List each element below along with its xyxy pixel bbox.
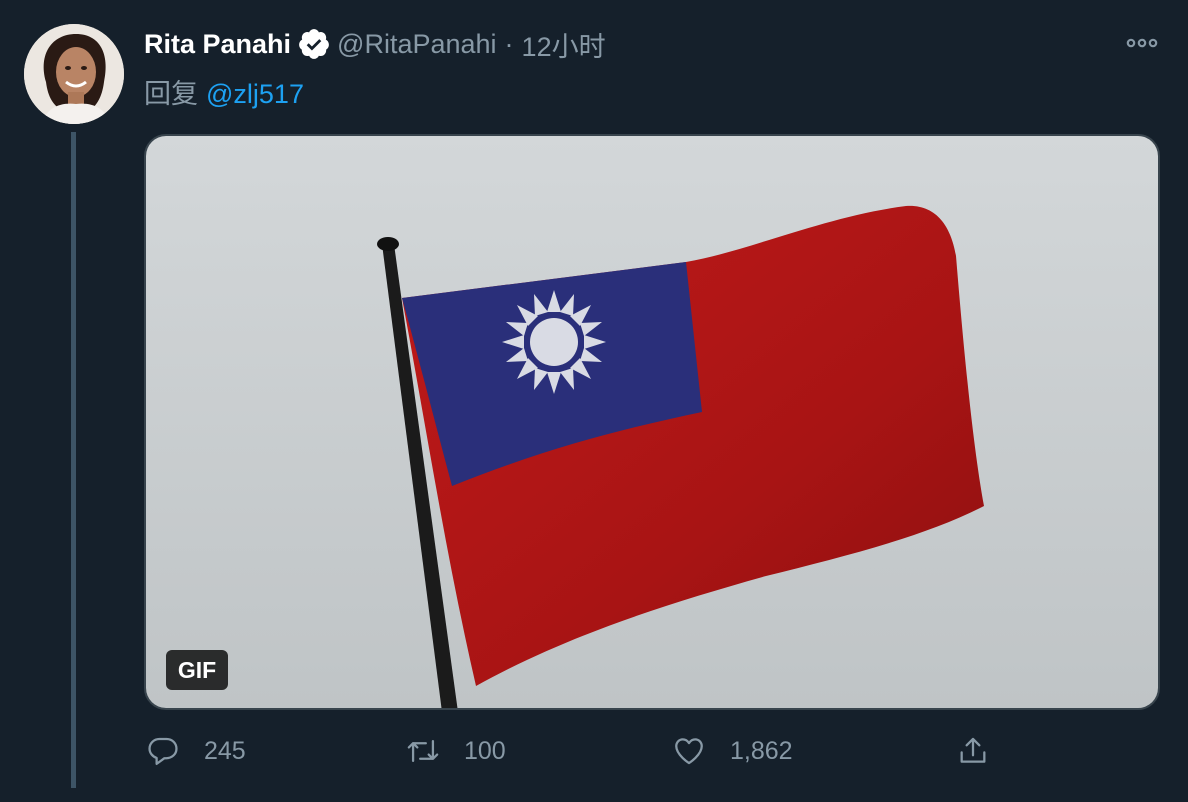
- separator-dot: ·: [504, 28, 514, 59]
- retweet-icon: [407, 739, 439, 763]
- flag-gif-image: [146, 136, 1158, 708]
- reply-context: 回复 @zlj517: [144, 72, 304, 111]
- more-options-icon[interactable]: [1122, 28, 1162, 58]
- thread-line: [71, 132, 76, 788]
- reply-mention-link[interactable]: @zlj517: [206, 79, 304, 109]
- avatar[interactable]: [24, 24, 124, 124]
- gif-badge: GIF: [166, 650, 228, 690]
- tweet[interactable]: Rita Panahi @RitaPanahi · 12小时 回复 @zlj517: [0, 0, 1188, 802]
- reply-button[interactable]: 245: [146, 728, 246, 774]
- reply-icon: [148, 737, 178, 766]
- reply-prefix: 回复: [144, 79, 198, 109]
- retweet-button[interactable]: 100: [406, 728, 506, 774]
- user-handle[interactable]: @RitaPanahi: [337, 29, 497, 60]
- heart-icon: [675, 738, 703, 765]
- gif-media[interactable]: GIF: [144, 134, 1160, 710]
- like-button[interactable]: 1,862: [672, 728, 793, 774]
- avatar-image: [24, 24, 124, 124]
- retweet-count: 100: [464, 736, 506, 765]
- display-name[interactable]: Rita Panahi: [144, 29, 291, 60]
- share-button[interactable]: [956, 728, 990, 774]
- like-count: 1,862: [730, 736, 793, 765]
- verified-badge-icon: [297, 27, 331, 61]
- tweet-timestamp[interactable]: 12小时: [522, 25, 606, 64]
- share-icon: [960, 737, 986, 763]
- tweet-header: Rita Panahi @RitaPanahi · 12小时: [144, 26, 606, 62]
- reply-count: 245: [204, 736, 246, 765]
- tweet-actions: 245 100 1,862: [144, 728, 1044, 774]
